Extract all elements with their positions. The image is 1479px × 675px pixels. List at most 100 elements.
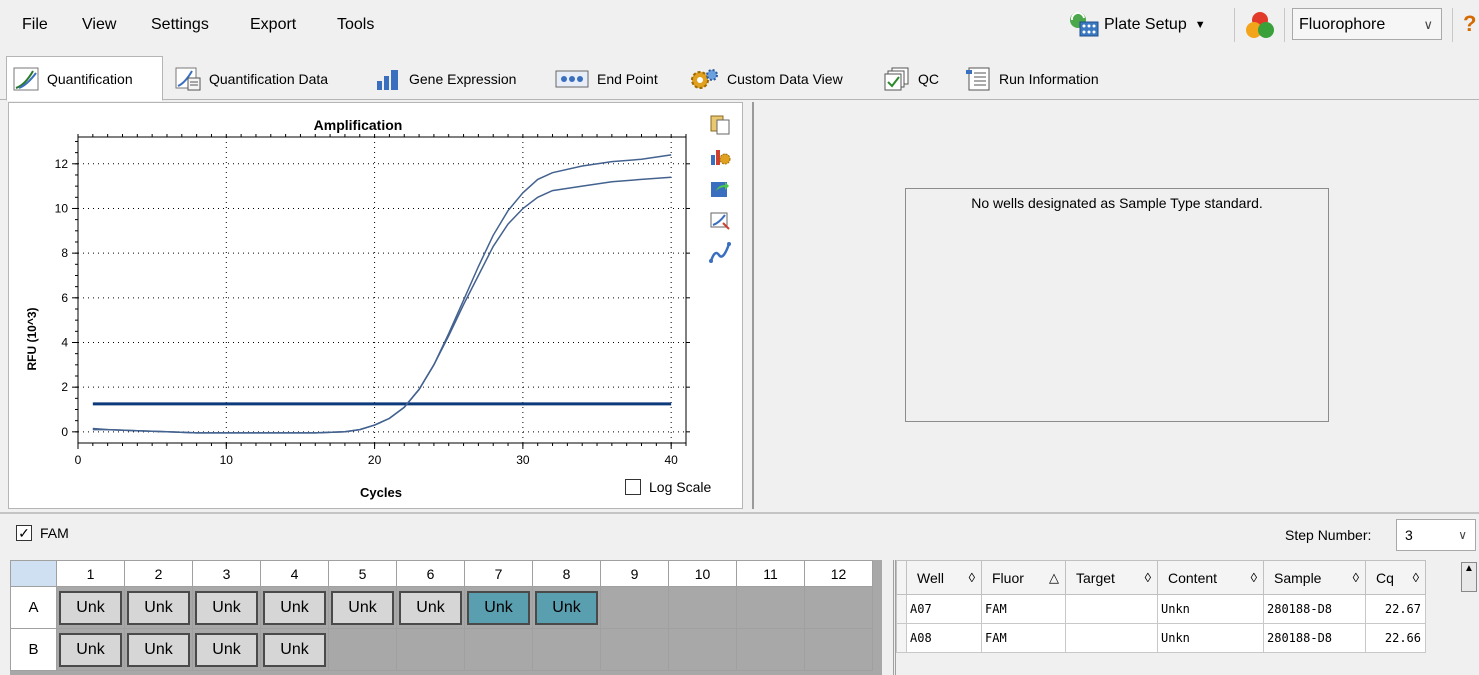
zoom-icon[interactable]: [709, 209, 731, 231]
tab-label: Run Information: [999, 71, 1099, 87]
cell-sample: 280188-D8: [1263, 594, 1366, 624]
plate-corner[interactable]: [10, 560, 57, 587]
plate-well[interactable]: [464, 628, 533, 671]
column-header-well[interactable]: Well ◊: [906, 560, 982, 595]
tab-gene-expression[interactable]: Gene Expression: [368, 58, 544, 100]
help-icon[interactable]: ?: [1463, 11, 1476, 37]
amplification-chart[interactable]: Amplification Cycles RFU (10^3) 0 10 20 30 4…: [9, 103, 709, 503]
plate-well[interactable]: [804, 628, 873, 671]
column-header-label: Target: [1076, 569, 1115, 586]
chart-settings-icon[interactable]: [709, 145, 731, 167]
plate-well[interactable]: Unk: [124, 586, 193, 629]
well-content-label: Unk: [59, 632, 122, 667]
plate-well[interactable]: [668, 628, 737, 671]
plate-well[interactable]: [532, 628, 601, 671]
plate-column-header[interactable]: 9: [600, 560, 669, 587]
cell-target: [1065, 594, 1158, 624]
fam-checkbox[interactable]: ✓: [16, 525, 32, 541]
table-row[interactable]: A07 FAM Unkn 280188-D8 22.67: [896, 594, 1426, 624]
row-selector[interactable]: [896, 594, 907, 624]
plate-column-header[interactable]: 10: [668, 560, 737, 587]
plate-well[interactable]: Unk: [260, 628, 329, 671]
log-scale-toggle[interactable]: Log Scale: [625, 479, 711, 495]
plate-well[interactable]: Unk: [396, 586, 465, 629]
tab-end-point[interactable]: End Point: [548, 58, 678, 100]
row-selector[interactable]: [896, 623, 907, 653]
y-tick-label: 4: [61, 335, 68, 349]
amplification-chart-panel: Amplification Cycles RFU (10^3) 0 10 20 30 4…: [8, 102, 743, 509]
menu-bar: File View Settings Export Tools Plate Se…: [0, 0, 1479, 50]
menu-view[interactable]: View: [82, 16, 116, 34]
copy-icon[interactable]: [709, 113, 731, 135]
plate-column-header[interactable]: 7: [464, 560, 533, 587]
x-tick-label: 30: [516, 453, 530, 467]
plate-column-header[interactable]: 4: [260, 560, 329, 587]
cell-cq: 22.67: [1365, 594, 1426, 624]
plate-row-header[interactable]: A: [10, 586, 57, 629]
plate-well[interactable]: Unk: [260, 586, 329, 629]
cell-target: [1065, 623, 1158, 653]
amplification-icon: [13, 67, 39, 91]
plate-column-header[interactable]: 8: [532, 560, 601, 587]
plate-well[interactable]: Unk: [56, 586, 125, 629]
plate-well[interactable]: [668, 586, 737, 629]
plate-well[interactable]: Unk: [328, 586, 397, 629]
plate-well[interactable]: Unk: [124, 628, 193, 671]
tab-quantification-data[interactable]: Quantification Data: [168, 58, 366, 100]
sort-icon: ◊: [1352, 569, 1359, 585]
step-number-value: 3: [1405, 527, 1413, 543]
plate-well[interactable]: Unk: [532, 586, 601, 629]
log-scale-checkbox[interactable]: [625, 479, 641, 495]
menu-export[interactable]: Export: [250, 16, 296, 34]
column-header-target[interactable]: Target ◊: [1065, 560, 1158, 595]
menu-tools[interactable]: Tools: [337, 16, 374, 34]
plate-well[interactable]: [804, 586, 873, 629]
tab-run-information[interactable]: Run Information: [958, 58, 1128, 100]
plate-column-header[interactable]: 6: [396, 560, 465, 587]
curve-icon[interactable]: [709, 241, 731, 263]
fluorophore-select[interactable]: Fluorophore ∨: [1292, 8, 1442, 40]
plate-well[interactable]: [736, 628, 805, 671]
sort-icon: ◊: [968, 569, 975, 585]
tab-qc[interactable]: QC: [877, 58, 955, 100]
table-row[interactable]: A08 FAM Unkn 280188-D8 22.66: [896, 623, 1426, 653]
row-selector-header: [896, 560, 907, 595]
column-header-label: Sample: [1274, 569, 1322, 586]
menu-settings[interactable]: Settings: [151, 16, 209, 34]
menu-file[interactable]: File: [22, 16, 48, 34]
plate-column-header[interactable]: 3: [192, 560, 261, 587]
plate-column-header[interactable]: 11: [736, 560, 805, 587]
column-header-cq[interactable]: Cq ◊: [1365, 560, 1426, 595]
plate-well[interactable]: Unk: [56, 628, 125, 671]
plate-column-header[interactable]: 2: [124, 560, 193, 587]
column-header-sample[interactable]: Sample ◊: [1263, 560, 1366, 595]
cell-fluor: FAM: [981, 594, 1066, 624]
sort-icon: ◊: [1250, 569, 1257, 585]
well-colors-icon[interactable]: [1244, 10, 1276, 40]
tab-quantification[interactable]: Quantification: [6, 56, 163, 101]
column-header-content[interactable]: Content ◊: [1157, 560, 1264, 595]
plate-well[interactable]: Unk: [464, 586, 533, 629]
well-content-label: Unk: [399, 590, 462, 625]
scrollbar-up-button[interactable]: ▲: [1461, 562, 1477, 592]
tab-label: QC: [918, 71, 939, 87]
plate-well[interactable]: [600, 586, 669, 629]
tab-custom-data-view[interactable]: Custom Data View: [682, 58, 868, 100]
column-header-fluor[interactable]: Fluor △: [981, 560, 1066, 595]
plate-row-header[interactable]: B: [10, 628, 57, 671]
plate-well[interactable]: Unk: [192, 628, 261, 671]
plate-well[interactable]: Unk: [192, 586, 261, 629]
plate-setup-button[interactable]: Plate Setup ▼: [1068, 6, 1206, 44]
gears-icon: [689, 67, 719, 91]
plate-well[interactable]: [328, 628, 397, 671]
plate-well[interactable]: [736, 586, 805, 629]
plate-well[interactable]: [396, 628, 465, 671]
plate-column-header[interactable]: 12: [804, 560, 873, 587]
step-number-select[interactable]: 3 ∨: [1396, 519, 1476, 551]
plate-column-header[interactable]: 5: [328, 560, 397, 587]
plate-column-header[interactable]: 1: [56, 560, 125, 587]
tab-label: Quantification Data: [209, 71, 329, 87]
export-icon[interactable]: [709, 177, 731, 199]
qc-icon: [884, 67, 910, 91]
plate-well[interactable]: [600, 628, 669, 671]
